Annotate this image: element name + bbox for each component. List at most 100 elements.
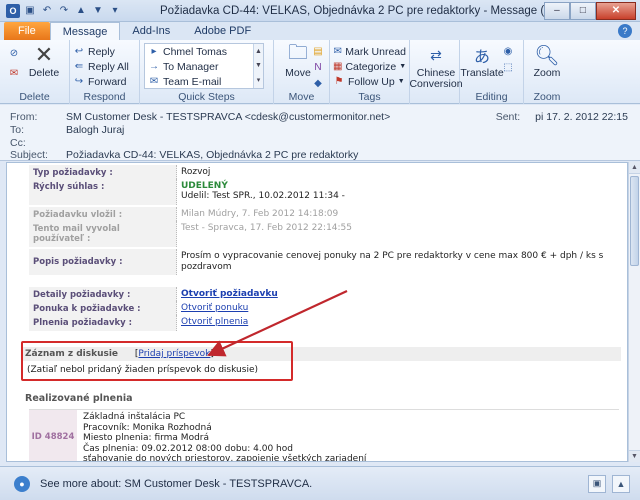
- zoom-group: 🔍︎ Zoom Zoom: [524, 40, 570, 104]
- quick-steps-gallery: ▸ Chmel Tomas → To Manager ✉ Team E-mail…: [144, 43, 264, 89]
- zoom-group-label: Zoom: [533, 91, 561, 103]
- chinese-conversion-button[interactable]: ⇄ Chinese Conversion: [409, 40, 462, 90]
- forward-icon: ↪: [74, 76, 84, 87]
- scroll-down-arrow[interactable]: ▼: [629, 450, 640, 462]
- move-folder-icon: 🗀: [288, 42, 308, 64]
- sent-info: Sent: pi 17. 2. 2012 22:15: [495, 111, 628, 123]
- move-group-label: Move: [288, 91, 315, 103]
- rules-icon: ▤: [313, 46, 323, 57]
- categorize-button[interactable]: ▦ Categorize ▼: [333, 59, 406, 74]
- message-body[interactable]: Typ požiadavky : Rozvoj Rýchly súhlas : …: [6, 162, 628, 462]
- tab-message[interactable]: Message: [49, 22, 121, 40]
- onenote-button[interactable]: N: [312, 60, 324, 75]
- up-arrow-icon[interactable]: ▲: [74, 4, 88, 18]
- forward-button[interactable]: ↪ Forward: [73, 74, 136, 89]
- translate-button[interactable]: あ Translate: [460, 40, 503, 79]
- more-icon[interactable]: ▾: [257, 76, 261, 84]
- respond-group-label: Respond: [83, 91, 126, 103]
- reply-all-icon: ⇚: [74, 61, 84, 72]
- quick-steps-scroll[interactable]: ▲ ▼ ▾: [253, 44, 263, 88]
- translate-icon: あ: [473, 49, 490, 66]
- help-icon[interactable]: ?: [618, 24, 632, 38]
- scroll-down-icon[interactable]: ▼: [255, 62, 262, 69]
- chinese-conversion-icon: ⇄: [430, 46, 442, 63]
- quick-step-to-manager[interactable]: → To Manager: [145, 59, 263, 74]
- from-value[interactable]: SM Customer Desk - TESTSPRAVCA <cdesk@cu…: [66, 111, 390, 124]
- quick-step-chmel-tomas[interactable]: ▸ Chmel Tomas: [145, 44, 263, 59]
- to-value[interactable]: Balogh Juraj: [66, 124, 124, 137]
- title-bar: O ▣ ↶ ↷ ▲ ▼ ▾ Požiadavka CD-44: VELKAS, …: [0, 0, 640, 22]
- close-button[interactable]: ✕: [595, 1, 636, 20]
- scroll-up-arrow[interactable]: ▲: [629, 162, 640, 174]
- quick-step-icon: ▸: [151, 46, 157, 57]
- delete-button[interactable]: ✕ Delete: [24, 40, 64, 79]
- zoom-button[interactable]: 🔍︎ Zoom: [527, 40, 567, 79]
- person-icon: ●: [14, 475, 30, 492]
- magnifier-icon: 🔍︎: [534, 44, 560, 67]
- reply-all-button[interactable]: ⇚ Reply All: [73, 59, 136, 74]
- team-email-icon: ✉: [149, 76, 159, 87]
- rules-button[interactable]: ▤: [312, 44, 324, 59]
- move-group: 🗀 Move ▤ N ◆ Move: [274, 40, 330, 104]
- delete-group: ⊘ ✉ ✕ Delete Delete: [0, 40, 70, 104]
- editing-group-label: Editing: [475, 91, 508, 103]
- see-more-text[interactable]: See more about: SM Customer Desk - TESTS…: [40, 478, 312, 490]
- quick-steps-group: ▸ Chmel Tomas → To Manager ✉ Team E-mail…: [140, 40, 274, 104]
- tags-group: ✉ Mark Unread ▦ Categorize ▼ ⚑ Follow Up…: [330, 40, 410, 104]
- find-button[interactable]: ◉: [502, 44, 514, 59]
- quick-steps-label: Quick Steps: [178, 91, 235, 103]
- chevron-down-icon: ▼: [399, 63, 407, 70]
- actions-icon: ◆: [314, 78, 322, 89]
- tags-group-label: Tags: [358, 91, 381, 103]
- body-scrollbar[interactable]: ▲ ▼: [628, 162, 640, 462]
- subject-value: Požiadavka CD-44: VELKAS, Objednávka 2 P…: [66, 149, 359, 161]
- onenote-icon: N: [314, 62, 322, 73]
- message-header: From: SM Customer Desk - TESTSPRAVCA <cd…: [0, 105, 640, 161]
- actions-button[interactable]: ◆: [312, 76, 324, 91]
- ribbon-tabs: File Message Add-Ins Adobe PDF ?: [0, 22, 640, 40]
- contact-card-icon[interactable]: ▣: [588, 474, 606, 493]
- select-icon: ⬚: [503, 62, 513, 73]
- down-arrow-icon[interactable]: ▼: [91, 4, 105, 18]
- tab-adobe-pdf[interactable]: Adobe PDF: [182, 22, 263, 40]
- ignore-icon: ⊘: [9, 48, 19, 59]
- outlook-app-icon[interactable]: O: [6, 3, 20, 18]
- mark-unread-button[interactable]: ✉ Mark Unread: [333, 44, 406, 59]
- maximize-button[interactable]: □: [569, 1, 596, 20]
- junk-button[interactable]: ✉: [8, 66, 20, 81]
- chinese-conversion-group: ⇄ Chinese Conversion: [409, 40, 463, 104]
- delete-x-icon: ✕: [34, 42, 54, 67]
- customize-qat-icon[interactable]: ▾: [108, 4, 122, 18]
- scroll-thumb[interactable]: [630, 176, 639, 266]
- tab-add-ins[interactable]: Add-Ins: [120, 22, 182, 40]
- window-title: Požiadavka CD-44: VELKAS, Objednávka 2 P…: [160, 4, 544, 17]
- delete-group-label: Delete: [19, 91, 50, 103]
- flag-icon: ⚑: [334, 76, 344, 87]
- forward-arrow-icon: →: [149, 61, 159, 72]
- minimize-button[interactable]: –: [544, 1, 570, 20]
- window-controls: – □ ✕: [544, 1, 636, 20]
- scroll-up-icon[interactable]: ▲: [255, 48, 262, 55]
- from-row: From: SM Customer Desk - TESTSPRAVCA <cd…: [10, 111, 391, 124]
- junk-icon: ✉: [9, 68, 19, 79]
- undo-icon[interactable]: ↶: [40, 4, 54, 18]
- reply-button[interactable]: ↩ Reply: [73, 44, 136, 59]
- redo-icon[interactable]: ↷: [57, 4, 71, 18]
- people-pane-bar: ● See more about: SM Customer Desk - TES…: [0, 466, 640, 500]
- expand-pane-icon[interactable]: ▲: [612, 474, 630, 493]
- follow-up-button[interactable]: ⚑ Follow Up ▼: [333, 74, 406, 89]
- envelope-icon: ✉: [333, 46, 342, 57]
- select-button[interactable]: ⬚: [502, 60, 514, 75]
- reply-icon: ↩: [74, 46, 84, 57]
- realized-id: ID 48824: [29, 410, 77, 461]
- ribbon: ⊘ ✉ ✕ Delete Delete ↩ Reply ⇚ Reply All …: [0, 40, 640, 104]
- editing-group: あ Translate ◉ ⬚ Editing: [460, 40, 524, 104]
- tab-file[interactable]: File: [4, 22, 50, 40]
- ignore-button[interactable]: ⊘: [8, 46, 20, 61]
- sent-value: pi 17. 2. 2012 22:15: [535, 111, 628, 123]
- save-icon[interactable]: ▣: [23, 4, 37, 18]
- categorize-icon: ▦: [333, 61, 343, 72]
- quick-step-team-email[interactable]: ✉ Team E-mail: [145, 74, 263, 89]
- to-row: To: Balogh Juraj: [10, 124, 125, 137]
- realized-title: Realizované plnenia: [25, 393, 133, 404]
